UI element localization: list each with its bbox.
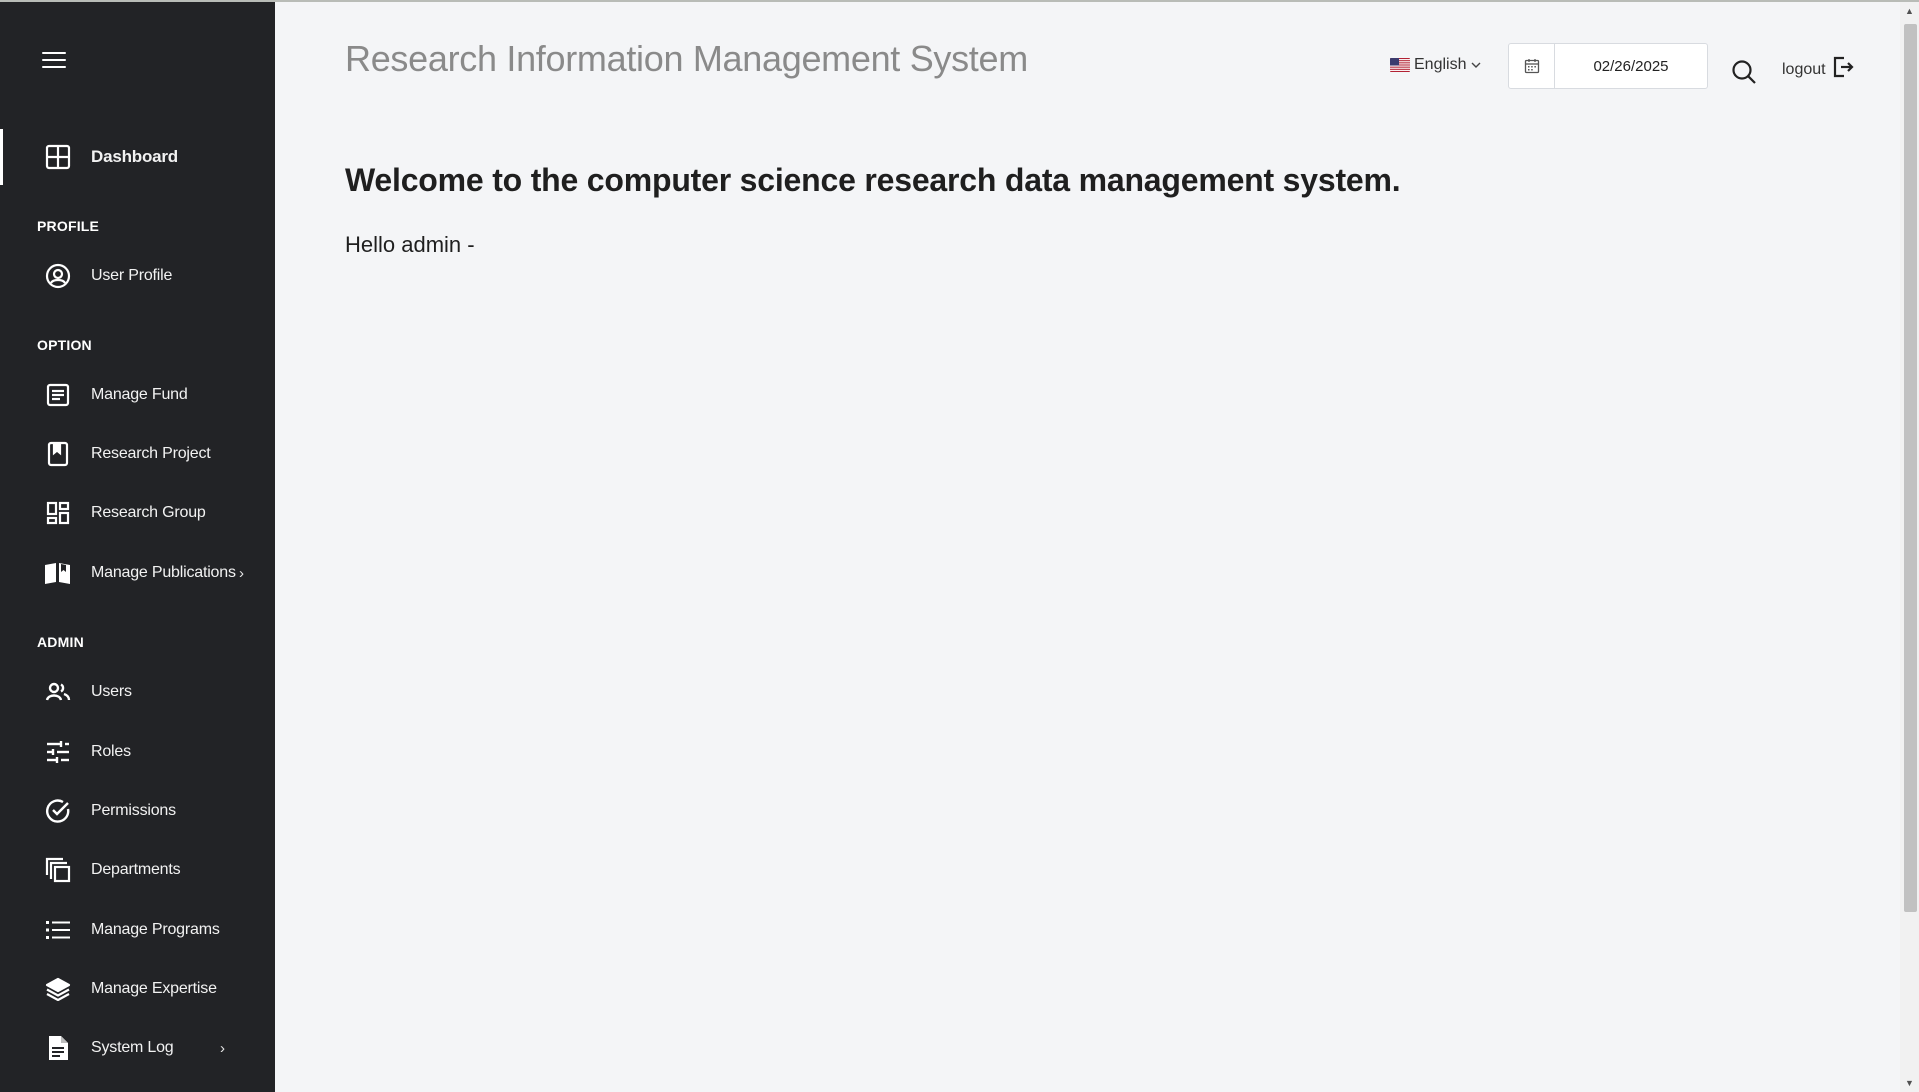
list-icon: [44, 916, 72, 944]
bookmark-icon: [44, 440, 72, 468]
sidebar-item-manage-expertise[interactable]: Manage Expertise: [0, 961, 275, 1017]
sidebar-item-dashboard[interactable]: Dashboard: [0, 129, 275, 185]
user-circle-icon: [44, 262, 72, 290]
sidebar: Dashboard PROFILE User Profile OPTION Ma…: [0, 2, 275, 1092]
sidebar-item-label: Permissions: [91, 802, 176, 819]
hamburger-menu-icon[interactable]: [42, 52, 66, 72]
sidebar-item-permissions[interactable]: Permissions: [0, 783, 275, 839]
section-label-profile: PROFILE: [37, 218, 100, 234]
main-content: Research Information Management System E…: [275, 2, 1900, 1092]
sidebar-item-label: System Log: [91, 1039, 174, 1056]
sidebar-item-label: Roles: [91, 743, 131, 760]
sidebar-item-label: Research Project: [91, 445, 211, 462]
page-title: Research Information Management System: [345, 38, 1028, 79]
sidebar-item-system-log[interactable]: System Log ›: [0, 1020, 275, 1076]
sidebar-item-label: Dashboard: [91, 147, 178, 166]
sidebar-item-user-profile[interactable]: User Profile: [0, 248, 275, 304]
window-top-border: [0, 0, 1919, 2]
users-icon: [44, 678, 72, 706]
date-picker[interactable]: 02/26/2025: [1508, 43, 1708, 89]
sidebar-item-label: Manage Fund: [91, 386, 188, 403]
copy-squares-icon: [44, 856, 72, 884]
sidebar-item-label: Users: [91, 683, 132, 700]
logout-button[interactable]: logout: [1782, 56, 1854, 83]
greeting-text: Hello admin -: [345, 232, 475, 257]
scroll-up-arrow-icon[interactable]: ▲: [1900, 2, 1919, 20]
sidebar-item-label: Research Group: [91, 504, 206, 521]
vertical-scrollbar[interactable]: ▲ ▼: [1900, 2, 1919, 1092]
sidebar-item-label: Manage Publications: [91, 564, 236, 581]
book-open-icon: [44, 559, 72, 587]
sidebar-item-label: Departments: [91, 861, 181, 878]
scroll-down-arrow-icon[interactable]: ▼: [1900, 1074, 1919, 1092]
sidebar-item-research-group[interactable]: Research Group: [0, 485, 275, 541]
language-label: English: [1414, 56, 1467, 73]
document-list-icon: [44, 381, 72, 409]
search-icon[interactable]: [1730, 58, 1758, 86]
sidebar-item-manage-publications[interactable]: Manage Publications ›: [0, 545, 275, 601]
sidebar-item-label: Manage Programs: [91, 921, 220, 938]
welcome-heading: Welcome to the computer science research…: [345, 162, 1401, 198]
chevron-down-icon: [1470, 56, 1482, 74]
dashboard-grid-icon: [44, 143, 72, 171]
sidebar-item-departments[interactable]: Departments: [0, 842, 275, 898]
widgets-icon: [44, 499, 72, 527]
sidebar-item-manage-programs[interactable]: Manage Programs: [0, 902, 275, 958]
chevron-right-icon: ›: [220, 1039, 225, 1057]
section-label-option: OPTION: [37, 337, 92, 353]
sidebar-item-research-project[interactable]: Research Project: [0, 426, 275, 482]
chevron-right-icon: ›: [239, 564, 244, 582]
section-label-admin: ADMIN: [37, 634, 84, 650]
language-selector[interactable]: English: [1390, 56, 1482, 74]
sidebar-item-roles[interactable]: Roles: [0, 724, 275, 780]
check-circle-icon: [44, 797, 72, 825]
sidebar-item-label: User Profile: [91, 267, 173, 284]
sidebar-item-users[interactable]: Users: [0, 664, 275, 720]
layers-icon: [44, 975, 72, 1003]
us-flag-icon: [1390, 58, 1410, 72]
sliders-icon: [44, 738, 72, 766]
calendar-icon[interactable]: [1509, 44, 1555, 88]
date-value[interactable]: 02/26/2025: [1555, 44, 1707, 88]
file-text-icon: [44, 1034, 72, 1062]
logout-icon: [1832, 56, 1854, 83]
scrollbar-thumb[interactable]: [1904, 24, 1917, 912]
sidebar-item-manage-fund[interactable]: Manage Fund: [0, 367, 275, 423]
sidebar-item-label: Manage Expertise: [91, 980, 217, 997]
logout-label: logout: [1782, 60, 1826, 78]
